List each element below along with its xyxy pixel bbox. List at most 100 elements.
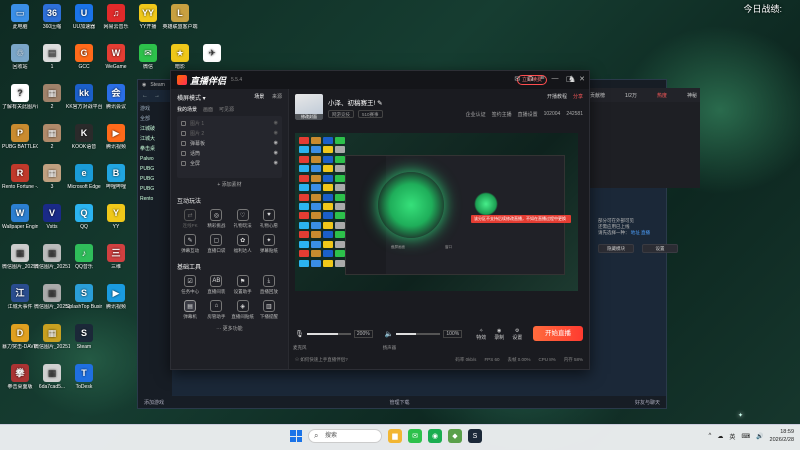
scene-item[interactable]: 图片 1 ◉ — [181, 118, 278, 128]
clock[interactable]: 18:59 2026/2/28 — [770, 428, 794, 444]
desktop-icon[interactable]: S SplashTop Business — [66, 284, 102, 310]
taskbar-steam-icon[interactable]: S — [468, 429, 482, 443]
headset-icon[interactable]: ☊ — [527, 75, 533, 83]
desktop-icon[interactable]: ♫ 网易云音乐 — [98, 4, 134, 30]
mode-dropdown[interactable]: 横屏模式 ▾ — [177, 93, 206, 102]
minimize-icon[interactable]: — — [552, 75, 559, 83]
channel-select[interactable]: 510赛事 — [358, 109, 383, 118]
desktop-icon[interactable]: R Rento Fortune -... — [2, 164, 38, 190]
desktop-icon[interactable]: ♲ 回收站 — [2, 44, 38, 70]
desktop-icon[interactable]: 三三维 — [98, 244, 134, 270]
steam-game-item[interactable]: Palwo — [140, 154, 170, 164]
desktop-icon[interactable]: Y YY — [98, 204, 134, 230]
tab-canvas[interactable]: 画面 — [203, 106, 213, 113]
category-select[interactable]: 网游竞技 — [328, 109, 354, 118]
scene-item[interactable]: 弹幕板 ◉ — [181, 138, 278, 148]
basic-tool[interactable]: ▥ 下播提醒 — [256, 300, 282, 320]
desktop-icon[interactable]: B 哔哩哔哩 — [98, 164, 134, 190]
cloud-icon[interactable]: ☁ — [717, 433, 723, 440]
interact-tool[interactable]: ◎ 精彩挑战 — [203, 209, 229, 229]
mic-volume-slider[interactable] — [306, 333, 351, 335]
taskbar-maps-icon[interactable]: ◆ — [448, 429, 462, 443]
basic-tool[interactable]: ◈ 直播间贴纸 — [230, 300, 256, 320]
desktop-icon[interactable]: ✉ 微信 — [130, 44, 166, 70]
menu-icon[interactable]: ≡ — [540, 75, 544, 83]
effects-button[interactable]: ✧ 特效 — [476, 328, 486, 341]
badge-settings[interactable]: 直播设置 — [518, 111, 538, 118]
badge-enterprise[interactable]: 企业认证 — [466, 111, 486, 118]
speaker-volume-value[interactable]: 100% — [443, 330, 463, 338]
desktop-icon[interactable]: ▤ 1 — [34, 44, 70, 70]
tab-scene[interactable]: 场景 — [254, 94, 264, 100]
visibility-icon[interactable]: ◉ — [274, 130, 278, 136]
room-cover[interactable]: 修改封面 — [295, 94, 323, 120]
desktop-icon[interactable]: ▶ 腾讯视频 — [98, 124, 134, 150]
microphone-icon[interactable]: 🎙 — [295, 330, 304, 338]
desktop-icon[interactable]: ▦ 微信图片_2025121... — [2, 244, 38, 270]
steam-game-item[interactable]: PUBG — [140, 174, 170, 184]
checkbox-icon[interactable] — [181, 160, 186, 166]
tray-overflow-icon[interactable]: ^ — [709, 433, 712, 439]
desktop-icon[interactable]: ▦ 3 — [34, 164, 70, 190]
interact-tool[interactable]: ♥ 礼物心愿 — [256, 209, 282, 229]
desktop-icon[interactable]: ▦ 微信图片_2025121... — [34, 324, 70, 350]
desktop-icon[interactable]: 拳拳击桌面版 — [2, 364, 38, 390]
checkbox-icon[interactable] — [181, 150, 186, 156]
live-titlebar[interactable]: 直播伴侣 5.5.4 立即续费 ♞ ✉ ☊ ≡ — ▢ ✕ — [171, 71, 589, 89]
windows-start-icon[interactable] — [290, 430, 302, 442]
volume-icon[interactable]: 🔊 — [756, 433, 763, 440]
visibility-icon[interactable]: ◉ — [274, 150, 278, 156]
desktop-icon[interactable]: D 暴力突击-DAVE T... — [2, 324, 38, 350]
steam-game-item[interactable]: 江城大 — [140, 134, 170, 144]
hide-module-button[interactable]: 隐藏模块 — [598, 244, 634, 253]
room-title[interactable]: 小泽、初稿赛王! ✎ — [328, 97, 383, 107]
address-link[interactable]: 地址 — [631, 230, 640, 235]
badge-signed[interactable]: 签约主播 — [492, 111, 512, 118]
steam-game-item[interactable]: 江城破 — [140, 124, 170, 134]
interact-tool[interactable]: ♡ 礼物玩法 — [230, 209, 256, 229]
interact-tool[interactable]: ✎ 弹幕互动 — [177, 234, 203, 254]
mystery-tab[interactable]: 神秘 — [687, 92, 697, 99]
visibility-icon[interactable]: ◉ — [274, 160, 278, 166]
desktop-icon[interactable]: ▦ 2 — [34, 124, 70, 150]
steam-side-all[interactable]: 全部 — [140, 114, 170, 124]
desktop-icon[interactable]: ▶ 腾讯视频 — [98, 284, 134, 310]
record-button[interactable]: ◉ 录制 — [494, 328, 504, 341]
forward-arrow-icon[interactable]: → — [154, 93, 160, 99]
desktop-icon[interactable]: U UU加速器 — [66, 4, 102, 30]
desktop-icon[interactable]: V Vstts — [34, 204, 70, 230]
basic-tool[interactable]: ▤ 弹幕机 — [177, 300, 203, 320]
share-button[interactable]: 分享 — [573, 93, 583, 100]
mic-volume-value[interactable]: 200% — [353, 330, 373, 338]
basic-tool[interactable]: ⚑ 设置助手 — [230, 275, 256, 295]
input-method-indicator[interactable]: 英 — [729, 432, 735, 441]
desktop-icon[interactable]: G GCC — [66, 44, 102, 70]
add-source-button[interactable]: + 添加素材 — [177, 181, 282, 188]
keyboard-icon[interactable]: ⌨ — [741, 433, 750, 440]
checkbox-icon[interactable] — [181, 130, 186, 136]
desktop-icon[interactable]: 36 360压缩 — [34, 4, 70, 30]
speaker-icon[interactable]: 🔈 — [385, 330, 394, 338]
tab-visible-source[interactable]: 可见源 — [219, 106, 234, 113]
tab-source[interactable]: 来源 — [272, 94, 282, 100]
basic-tool[interactable]: ⌂ 房管助手 — [203, 300, 229, 320]
desktop-icon[interactable]: 江江城大事件 — [2, 284, 38, 310]
settings-button[interactable]: ⚙ 设置 — [512, 328, 522, 341]
steam-game-item[interactable]: PUBG — [140, 164, 170, 174]
desktop-icon[interactable]: Q QQ — [66, 204, 102, 230]
stream-preview[interactable]: 该分区不支持后续修改直播，不如在直播过程中更换 截屏画面 窗口 — [295, 133, 578, 291]
desktop-icon[interactable]: T ToDesk — [66, 364, 102, 390]
help-link[interactable]: ☉ 如何快速上手直播伴侣? — [295, 357, 348, 363]
desktop-icon[interactable]: ▭ 此电脑 — [2, 4, 38, 30]
desktop-icon[interactable]: ♪ QQ音乐 — [66, 244, 102, 270]
steam-side-header[interactable]: 游戏 — [140, 104, 170, 114]
desktop-icon[interactable]: 会腾讯会议 — [98, 84, 134, 110]
live-link[interactable]: 直播 — [641, 230, 650, 235]
steam-game-item[interactable]: PUBG — [140, 184, 170, 194]
checkbox-icon[interactable] — [181, 120, 186, 126]
interact-tool[interactable]: ▢ 直播口袋 — [203, 234, 229, 254]
tab-my-scene[interactable]: 我的场景 — [177, 106, 197, 113]
interact-tool[interactable]: ⇄ 连线PK — [177, 209, 203, 229]
scene-item[interactable]: 话筒 ◉ — [181, 148, 278, 158]
desktop-icon[interactable]: ▦ 2 — [34, 84, 70, 110]
